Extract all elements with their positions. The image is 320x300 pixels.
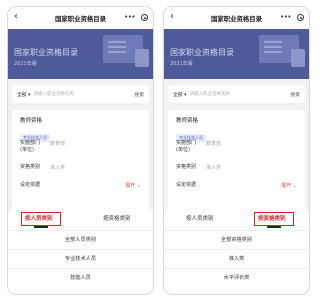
option-item[interactable]: 准入类 [164,249,309,267]
banner-subtitle: 2021年版 [14,61,37,67]
left-screen: ‹ 国家职业资格目录 ••• 国家职业资格目录 2021年版 全部 ▾ 请输入职… [7,6,154,295]
option-item[interactable]: 全部人员类别 [8,230,153,248]
card-title: 教师资格 [20,118,43,124]
page-title: 国家职业资格目录 [54,14,107,23]
filter-bar: 全部 ▾ 请输入职业资格名称 搜索 [168,85,305,103]
sheet-tabs: 按人员类别 按资格类别 [8,208,153,230]
close-miniprogram-icon[interactable] [297,14,304,21]
row-label: 资格类别 [176,164,197,170]
back-icon[interactable]: ‹ [170,12,174,22]
row-value: 教育部 [206,141,222,147]
card-row-department: 实施部门 (单位) 教育部 [20,140,141,154]
row-label: 资格类别 [20,164,41,170]
sheet-tabs: 按人员类别 按资格类别 [164,208,309,230]
card-row-basis: 设定依据 展开 ⌄ [176,182,297,189]
row-label: 实施部门 (单位) [20,140,41,153]
row-value: 准入类 [206,165,222,171]
search-input[interactable]: 请输入职业资格名称 [34,91,135,97]
active-tab-underline [267,226,281,228]
filter-sheet: 按人员类别 按资格类别 全部人员类别 专业技术人员 技能人员 [8,208,153,294]
row-value: 准入类 [50,165,66,171]
page-title: 国家职业资格目录 [210,14,263,23]
banner: 国家职业资格目录 2021年版 [164,29,309,79]
qualification-card[interactable]: 教师资格 专业技术人员 实施部门 (单位) 教育部 资格类别 准入类 设定依据 … [168,110,305,210]
search-input[interactable]: 请输入职业资格名称 [190,91,291,97]
certificate-illustration [291,49,305,67]
more-icon[interactable]: ••• [280,14,291,21]
tab-by-person[interactable]: 按人员类别 [25,214,53,222]
search-button[interactable]: 搜索 [290,91,300,98]
option-item[interactable]: 技能人员 [8,268,153,286]
right-screen: ‹ 国家职业资格目录 ••• 国家职业资格目录 2021年版 全部 ▾ 请输入职… [163,6,310,295]
banner-subtitle: 2021年版 [170,61,193,67]
card-title: 教师资格 [176,118,199,124]
filter-sheet: 按人员类别 按资格类别 全部资格类别 准入类 水平评价类 [164,208,309,294]
card-row-type: 资格类别 准入类 [20,164,141,171]
certificate-illustration [135,49,149,67]
row-label: 设定依据 [176,182,197,188]
close-miniprogram-icon[interactable] [141,14,148,21]
back-icon[interactable]: ‹ [14,12,18,22]
expand-button[interactable]: 展开 ⌄ [281,182,297,189]
qualification-card[interactable]: 教师资格 专业技术人员 实施部门 (单位) 教育部 资格类别 准入类 设定依据 … [12,110,149,210]
banner-title: 国家职业资格目录 [14,48,78,57]
nav-bar: ‹ 国家职业资格目录 ••• [8,7,153,29]
category-dropdown[interactable]: 全部 ▾ [173,91,187,98]
category-dropdown[interactable]: 全部 ▾ [17,91,31,98]
nav-bar: ‹ 国家职业资格目录 ••• [164,7,309,29]
banner-title: 国家职业资格目录 [170,48,234,57]
search-button[interactable]: 搜索 [134,91,144,98]
more-icon[interactable]: ••• [124,14,135,21]
card-row-basis: 设定依据 展开 ⌄ [20,182,141,189]
expand-button[interactable]: 展开 ⌄ [125,182,141,189]
tab-by-qualification[interactable]: 按资格类别 [258,214,286,222]
card-row-type: 资格类别 准入类 [176,164,297,171]
tab-by-qualification[interactable]: 按资格类别 [103,214,131,222]
row-label: 设定依据 [20,182,41,188]
row-label: 实施部门 (单位) [176,140,197,153]
active-tab-underline [34,226,48,228]
card-row-department: 实施部门 (单位) 教育部 [176,140,297,154]
option-item[interactable]: 全部资格类别 [164,230,309,248]
filter-bar: 全部 ▾ 请输入职业资格名称 搜索 [12,85,149,103]
option-item[interactable]: 水平评价类 [164,268,309,286]
row-value: 教育部 [50,141,66,147]
banner: 国家职业资格目录 2021年版 [8,29,153,79]
tab-by-person[interactable]: 按人员类别 [186,214,214,222]
option-item[interactable]: 专业技术人员 [8,249,153,267]
